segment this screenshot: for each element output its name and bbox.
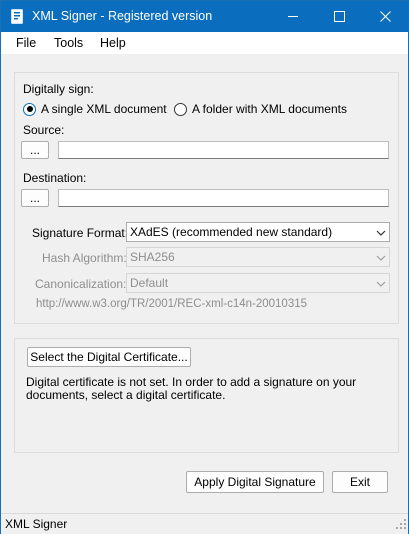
destination-browse-button[interactable]: ... bbox=[21, 189, 49, 207]
app-icon bbox=[11, 9, 23, 24]
chevron-down-icon bbox=[376, 252, 386, 266]
minimize-icon bbox=[287, 11, 299, 22]
canonicalization-value: Default bbox=[130, 276, 169, 290]
title-bar[interactable]: XML Signer - Registered version bbox=[1, 1, 408, 32]
chevron-down-icon bbox=[376, 227, 386, 241]
radio-folder[interactable]: A folder with XML documents bbox=[174, 102, 347, 116]
source-browse-button[interactable]: ... bbox=[21, 141, 49, 159]
chevron-down-icon bbox=[376, 278, 386, 292]
status-text: XML Signer bbox=[5, 517, 68, 531]
resize-grip-icon[interactable] bbox=[396, 518, 406, 532]
maximize-icon bbox=[333, 11, 345, 22]
hash-algorithm-select: SHA256 bbox=[126, 247, 390, 267]
canonicalization-select: Default bbox=[126, 273, 390, 293]
close-button[interactable] bbox=[362, 1, 408, 32]
status-bar: XML Signer bbox=[1, 513, 408, 534]
app-window: XML Signer - Registered version File Too… bbox=[0, 0, 409, 534]
apply-signature-button[interactable]: Apply Digital Signature bbox=[186, 471, 324, 493]
certificate-status-message: Digital certificate is not set. In order… bbox=[26, 375, 357, 402]
menu-file[interactable]: File bbox=[16, 36, 36, 50]
source-input[interactable] bbox=[58, 141, 389, 159]
radio-single-indicator[interactable] bbox=[23, 102, 36, 116]
destination-input[interactable] bbox=[58, 189, 389, 207]
canonicalization-url: http://www.w3.org/TR/2001/REC-xml-c14n-2… bbox=[36, 298, 308, 310]
minimize-button[interactable] bbox=[270, 1, 316, 32]
menu-help[interactable]: Help bbox=[100, 36, 126, 50]
signature-format-select[interactable]: XAdES (recommended new standard) bbox=[126, 222, 390, 242]
select-certificate-button[interactable]: Select the Digital Certificate... bbox=[27, 347, 191, 367]
window-title: XML Signer - Registered version bbox=[32, 9, 213, 23]
close-icon bbox=[379, 11, 391, 22]
source-label: Source: bbox=[23, 123, 65, 137]
radio-folder-indicator[interactable] bbox=[174, 102, 187, 116]
maximize-button[interactable] bbox=[316, 1, 362, 32]
hash-algorithm-label: Hash Algorithm: bbox=[42, 251, 127, 265]
radio-single-label: A single XML document bbox=[41, 102, 167, 116]
exit-button[interactable]: Exit bbox=[332, 471, 388, 493]
signature-format-value: XAdES (recommended new standard) bbox=[130, 225, 333, 239]
radio-folder-label: A folder with XML documents bbox=[192, 102, 347, 116]
digitally-sign-label: Digitally sign: bbox=[23, 82, 94, 96]
destination-label: Destination: bbox=[23, 171, 87, 185]
canonicalization-label: Canonicalization: bbox=[35, 277, 127, 291]
hash-algorithm-value: SHA256 bbox=[130, 250, 175, 264]
radio-single-document[interactable]: A single XML document bbox=[23, 102, 167, 116]
menu-bar: File Tools Help bbox=[1, 32, 408, 54]
signature-format-label: Signature Format: bbox=[32, 226, 129, 240]
menu-tools[interactable]: Tools bbox=[54, 36, 83, 50]
